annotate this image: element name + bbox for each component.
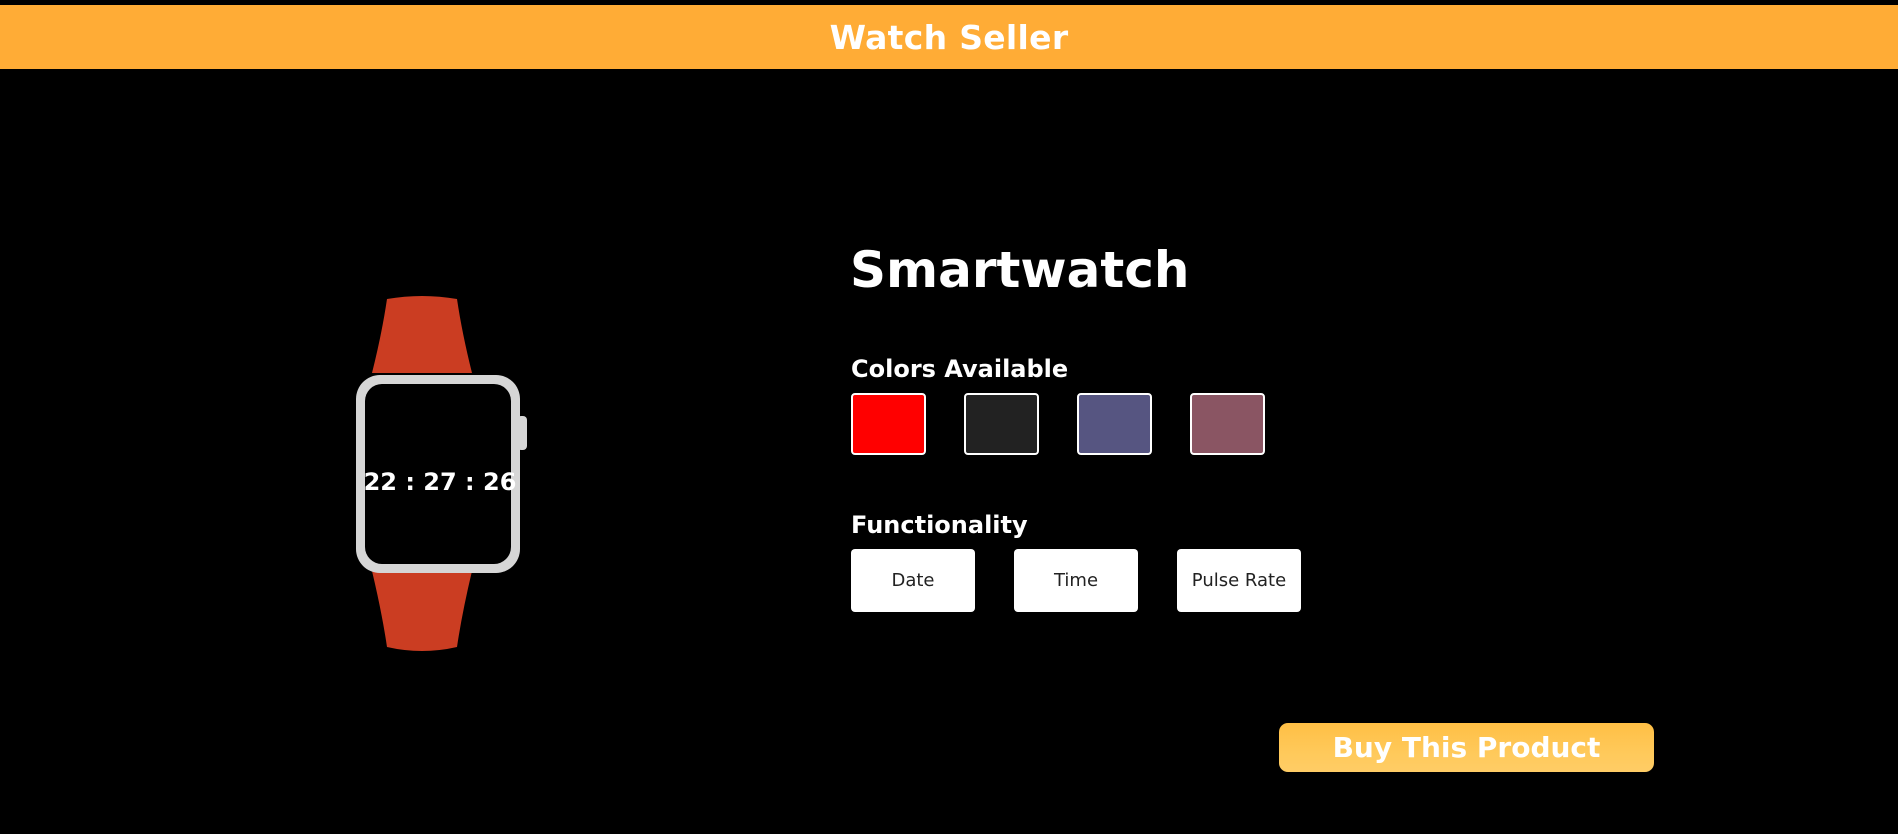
site-title: Watch Seller bbox=[829, 17, 1069, 57]
top-bar: Watch Seller bbox=[0, 5, 1898, 69]
product-page: Watch Seller 22 : 27 : 26 Smartwatch Col… bbox=[0, 0, 1898, 834]
time-button[interactable]: Time bbox=[1014, 549, 1138, 612]
colors-label: Colors Available bbox=[851, 355, 1069, 383]
date-button[interactable]: Date bbox=[851, 549, 975, 612]
functionality-label: Functionality bbox=[851, 511, 1028, 539]
buy-product-button[interactable]: Buy This Product bbox=[1279, 723, 1654, 772]
watch-preview: 22 : 27 : 26 bbox=[352, 293, 532, 655]
pulse-rate-button[interactable]: Pulse Rate bbox=[1177, 549, 1301, 612]
functionality-buttons: Date Time Pulse Rate bbox=[851, 549, 1301, 612]
color-swatch-red[interactable] bbox=[851, 393, 926, 455]
color-swatches bbox=[851, 393, 1265, 455]
color-swatch-slate-blue[interactable] bbox=[1077, 393, 1152, 455]
color-swatch-black[interactable] bbox=[964, 393, 1039, 455]
color-swatch-plum[interactable] bbox=[1190, 393, 1265, 455]
watch-time-display: 22 : 27 : 26 bbox=[363, 468, 517, 496]
product-title: Smartwatch bbox=[850, 241, 1190, 299]
